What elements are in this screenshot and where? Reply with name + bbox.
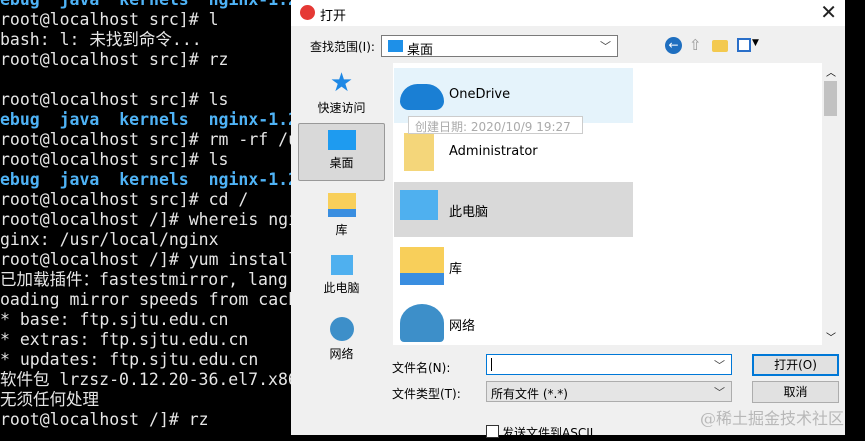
sidebar-item-this-pc[interactable]: 此电脑	[298, 249, 385, 307]
filename-input[interactable]: ﹀	[486, 354, 732, 375]
sidebar-item-quick-access[interactable]: ★ 快速访问	[298, 65, 385, 123]
star-icon: ★	[329, 68, 354, 98]
library-icon	[327, 193, 356, 217]
filetype-label: 文件类型(T):	[392, 387, 461, 401]
terminal-line: * extras: ftp.sjtu.edu.cn	[0, 330, 249, 349]
scroll-down-icon[interactable]: ﹀	[826, 329, 836, 344]
terminal-line: root@localhost src]# ls	[0, 90, 229, 109]
sidebar-label: 网络	[329, 347, 354, 361]
look-in-value: 桌面	[407, 43, 434, 58]
onedrive-icon	[400, 84, 444, 110]
sidebar-item-desktop[interactable]: 桌面	[298, 123, 385, 181]
app-icon	[300, 5, 315, 20]
file-label: OneDrive	[449, 87, 511, 102]
scroll-up-icon[interactable]: ︿	[826, 64, 836, 79]
list-item[interactable]: OneDrive	[394, 68, 633, 123]
look-in-label: 查找范围(I):	[310, 40, 375, 54]
list-item[interactable]: 此电脑	[394, 182, 633, 237]
places-sidebar: ★ 快速访问 桌面 库 此电脑 网络	[298, 63, 385, 361]
terminal-line: root@localhost src]# ls	[0, 150, 229, 169]
file-label: 库	[449, 262, 463, 277]
sidebar-label: 库	[335, 223, 348, 237]
terminal-line: root@localhost /]# whereis ngi	[0, 210, 292, 229]
open-file-dialog: 打开 ✕ 查找范围(I): 桌面 ﹀ ← ⇧ ▼ ★ 快速访问 桌面 库 此电脑…	[291, 0, 845, 440]
terminal-line: ebug java kernels nginx-1.2	[0, 170, 292, 189]
computer-icon	[400, 190, 438, 220]
filename-label: 文件名(N):	[392, 361, 451, 375]
terminal-line: root@localhost /]# yum install	[0, 250, 292, 269]
sidebar-label: 此电脑	[323, 281, 360, 295]
terminal-line: 已加载插件：fastestmirror, lang	[0, 270, 288, 289]
terminal-line: bash: l: 未找到命令...	[0, 30, 202, 49]
terminal-line: ebug java kernels nginx-1.2	[0, 110, 292, 129]
view-menu-icon[interactable]	[737, 38, 751, 52]
terminal-line: * updates: ftp.sjtu.edu.cn	[0, 350, 259, 369]
vertical-scrollbar[interactable]: ︿ ﹀	[822, 63, 839, 345]
sidebar-label: 快速访问	[317, 101, 366, 115]
computer-icon	[330, 255, 353, 275]
up-folder-icon[interactable]: ⇧	[689, 36, 702, 54]
terminal-line: ginx: /usr/local/nginx	[0, 230, 219, 249]
watermark: @稀土掘金技术社区	[700, 409, 845, 428]
filetype-value: 所有文件 (*.*)	[491, 387, 568, 401]
desktop-icon	[388, 40, 403, 52]
terminal-line: ebug java kernels nginx-1.2	[0, 0, 292, 10]
terminal-line: * base: ftp.sjtu.edu.cn	[0, 310, 229, 329]
chevron-down-icon: ﹀	[600, 40, 611, 53]
terminal-line: root@localhost src]# l	[0, 10, 219, 29]
terminal-line: root@localhost src]# rz	[0, 50, 229, 69]
terminal-line: root@localhost /]# rz	[0, 410, 209, 429]
file-label: 网络	[449, 319, 476, 334]
tooltip: 创建日期: 2020/10/9 19:27	[408, 116, 583, 134]
ascii-checkbox-label: 发送文件到ASCII	[502, 426, 594, 440]
desktop-icon	[327, 130, 356, 150]
network-icon	[329, 317, 354, 341]
text-cursor	[491, 358, 492, 371]
file-label: Administrator	[449, 144, 538, 159]
list-item[interactable]: 网络	[394, 296, 633, 351]
close-icon[interactable]: ✕	[820, 0, 837, 24]
file-label: 此电脑	[449, 205, 489, 220]
list-item[interactable]: 库	[394, 239, 633, 294]
new-folder-icon[interactable]	[712, 40, 728, 52]
scrollbar-thumb[interactable]	[824, 81, 837, 116]
filetype-select[interactable]: 所有文件 (*.*) ﹀	[486, 381, 732, 402]
sidebar-label: 桌面	[329, 156, 354, 170]
chevron-down-icon[interactable]: ▼	[752, 38, 759, 48]
terminal-line: root@localhost src]# rm -rf /u	[0, 130, 292, 149]
file-list: OneDrive Administrator 此电脑 库 网络 ︿ ﹀	[393, 63, 839, 345]
terminal-line: root@localhost src]# cd /	[0, 190, 249, 209]
library-icon	[400, 247, 444, 285]
look-in-select[interactable]: 桌面 ﹀	[381, 35, 618, 58]
terminal-output: ebug java kernels nginx-1.2root@localhos…	[0, 0, 292, 430]
sidebar-item-libraries[interactable]: 库	[298, 187, 385, 245]
back-icon[interactable]: ←	[665, 37, 682, 54]
ascii-checkbox[interactable]	[486, 425, 499, 438]
chevron-down-icon[interactable]: ﹀	[714, 357, 725, 373]
terminal-line: oading mirror speeds from cach	[0, 290, 292, 309]
terminal-line: 软件包 lrzsz-0.12.20-36.el7.x86	[0, 370, 292, 389]
dialog-title: 打开	[320, 9, 347, 24]
user-folder-icon	[404, 133, 434, 171]
cancel-button[interactable]: 取消	[752, 381, 839, 403]
open-button[interactable]: 打开(O)	[752, 354, 839, 376]
sidebar-item-network[interactable]: 网络	[298, 311, 385, 369]
chevron-down-icon: ﹀	[714, 386, 725, 399]
network-icon	[400, 304, 444, 342]
terminal-line: 无须任何处理	[0, 390, 99, 409]
dialog-titlebar: 打开 ✕	[291, 0, 845, 26]
